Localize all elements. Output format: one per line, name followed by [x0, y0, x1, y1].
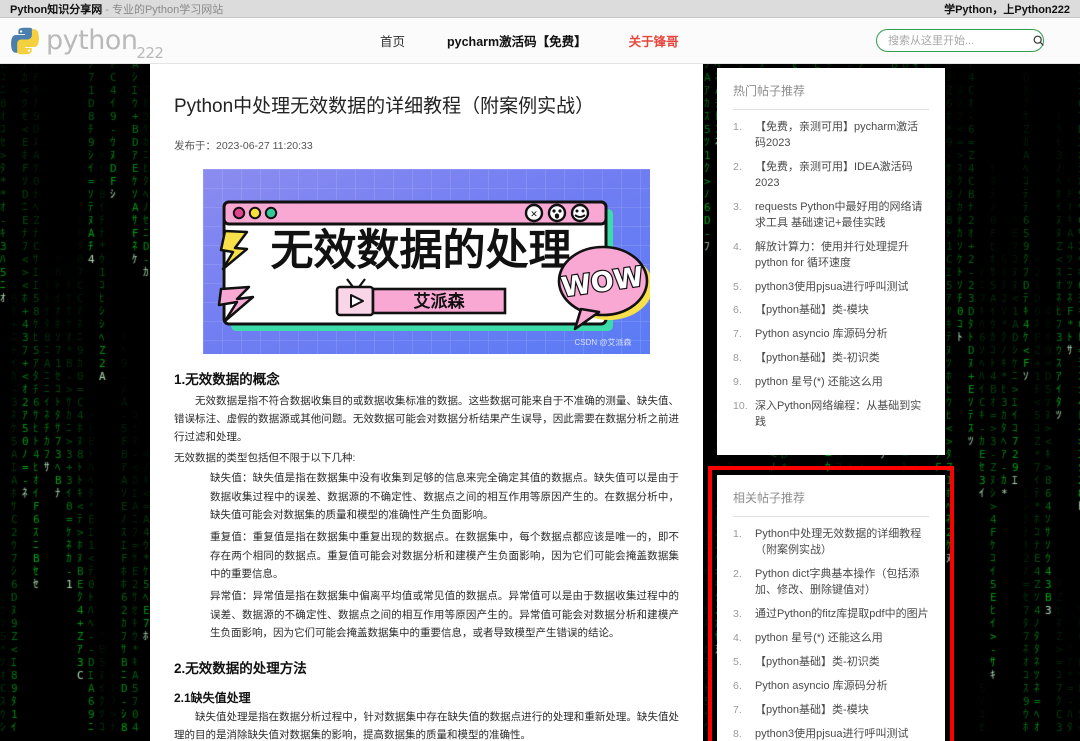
list-item: 缺失值：缺失值是指在数据集中没有收集到足够的信息来完全确定其值的数据点。缺失值可…: [210, 469, 679, 524]
site-header: python 222 首页 pycharm激活码【免费】 关于锋哥: [0, 18, 1080, 64]
nav-item-about[interactable]: 关于锋哥: [629, 31, 679, 50]
list-item[interactable]: requests Python中最好用的网络请求工具 基础速记+最佳实践: [733, 200, 929, 232]
topbar-left-group: Python知识分享网 - 专业的Python学习网站: [10, 1, 223, 17]
section-1-item-list: 缺失值：缺失值是指在数据集中没有收集到足够的信息来完全确定其值的数据点。缺失值可…: [174, 469, 679, 642]
banner-author-text: 艾派森: [414, 291, 466, 312]
topbar-separator: -: [105, 4, 109, 16]
list-item: 重复值：重复值是指在数据集中重复出现的数据点。在数据集中，每个数据点都应该是唯一…: [210, 528, 679, 583]
nav-item-pycharm-code[interactable]: pycharm激活码【免费】: [447, 31, 587, 50]
topbar-slogan: 学Python，上Python222: [944, 1, 1070, 17]
nav-item-home[interactable]: 首页: [380, 31, 405, 50]
section-2-paragraph-1: 缺失值处理是指在数据分析过程中，针对数据集中存在缺失值的数据点进行的处理和重新处…: [174, 708, 679, 741]
article-publish-date: 发布于：2023-06-27 11:20:33: [174, 138, 679, 153]
list-item[interactable]: python3使用pjsua进行呼叫测试: [733, 280, 929, 296]
list-item[interactable]: python 星号(*) 还能这么用: [733, 631, 929, 647]
site-brand-name: Python知识分享网: [10, 1, 102, 17]
python-logo-icon: [10, 26, 40, 56]
related-posts-title: 相关帖子推荐: [733, 489, 929, 517]
hot-posts-card: 热门帖子推荐 【免费，亲测可用】pycharm激活码2023 【免费，亲测可用】…: [717, 68, 945, 455]
search-input[interactable]: [886, 34, 1032, 48]
list-item[interactable]: 【python基础】类-模块: [733, 303, 929, 319]
section-1-paragraph-2: 无效数据的类型包括但不限于以下几种:: [174, 449, 679, 467]
article-banner-image: ✕ 无效数据的处理 艾派森: [203, 169, 650, 354]
search-icon[interactable]: [1032, 34, 1045, 47]
top-utility-bar: Python知识分享网 - 专业的Python学习网站 学Python，上Pyt…: [0, 0, 1080, 18]
list-item[interactable]: 解放计算力：使用并行处理提升python for 循环速度: [733, 240, 929, 272]
banner-watermark: CSDN @艾派森: [574, 337, 631, 347]
list-item[interactable]: 【python基础】类-初识类: [733, 655, 929, 671]
site-tagline: 专业的Python学习网站: [112, 1, 223, 17]
list-item[interactable]: 【免费，亲测可用】pycharm激活码2023: [733, 120, 929, 152]
search-box[interactable]: [876, 29, 1044, 52]
section-2-subheading: 2.1缺失值处理: [174, 689, 679, 706]
section-1-paragraph-1: 无效数据是指不符合数据收集目的或数据收集标准的数据。这些数据可能来自于不准确的测…: [174, 392, 679, 447]
logo-wordmark-text: python: [46, 25, 137, 56]
list-item[interactable]: Python asyncio 库源码分析: [733, 327, 929, 343]
section-2-heading: 2.无效数据的处理方法: [174, 657, 679, 677]
list-item[interactable]: python3使用pjsua进行呼叫测试: [733, 727, 929, 741]
site-logo[interactable]: python 222: [0, 18, 230, 64]
list-item[interactable]: 【python基础】类-模块: [733, 703, 929, 719]
list-item[interactable]: Python中处理无效数据的详细教程（附案例实战）: [733, 527, 929, 559]
page-title: Python中处理无效数据的详细教程（附案例实战）: [174, 94, 679, 120]
list-item[interactable]: 深入Python网络编程：从基础到实践: [733, 399, 929, 431]
sidebar: 热门帖子推荐 【免费，亲测可用】pycharm激活码2023 【免费，亲测可用】…: [717, 64, 945, 741]
list-item[interactable]: 【免费，亲测可用】IDEA激活码2023: [733, 160, 929, 192]
list-item[interactable]: 通过Python的fitz库提取pdf中的图片: [733, 607, 929, 623]
related-posts-highlight-wrapper: 相关帖子推荐 Python中处理无效数据的详细教程（附案例实战） Python …: [717, 469, 945, 741]
main-navigation: 首页 pycharm激活码【免费】 关于锋哥: [380, 31, 679, 50]
section-1-heading: 1.无效数据的概念: [174, 368, 679, 388]
article-column: Python中处理无效数据的详细教程（附案例实战） 发布于：2023-06-27…: [150, 64, 703, 741]
list-item[interactable]: python 星号(*) 还能这么用: [733, 375, 929, 391]
hot-posts-list: 【免费，亲测可用】pycharm激活码2023 【免费，亲测可用】IDEA激活码…: [733, 120, 929, 431]
page-body: Python中处理无效数据的详细教程（附案例实战） 发布于：2023-06-27…: [0, 64, 1080, 740]
banner-headline-text: 无效数据的处理: [271, 226, 572, 276]
list-item[interactable]: Python dict字典基本操作（包括添加、修改、删除键值对）: [733, 567, 929, 599]
list-item[interactable]: Python asyncio 库源码分析: [733, 679, 929, 695]
related-posts-list: Python中处理无效数据的详细教程（附案例实战） Python dict字典基…: [733, 527, 929, 741]
related-posts-card: 相关帖子推荐 Python中处理无效数据的详细教程（附案例实战） Python …: [717, 475, 945, 741]
hot-posts-title: 热门帖子推荐: [733, 82, 929, 110]
svg-text:✕: ✕: [530, 210, 538, 220]
logo-sub-number: 222: [136, 46, 163, 61]
list-item: 异常值：异常值是指在数据集中偏离平均值或常见值的数据点。异常值可以是由于数据收集…: [210, 587, 679, 642]
list-item[interactable]: 【python基础】类-初识类: [733, 351, 929, 367]
logo-wordmark: python 222: [46, 27, 137, 54]
